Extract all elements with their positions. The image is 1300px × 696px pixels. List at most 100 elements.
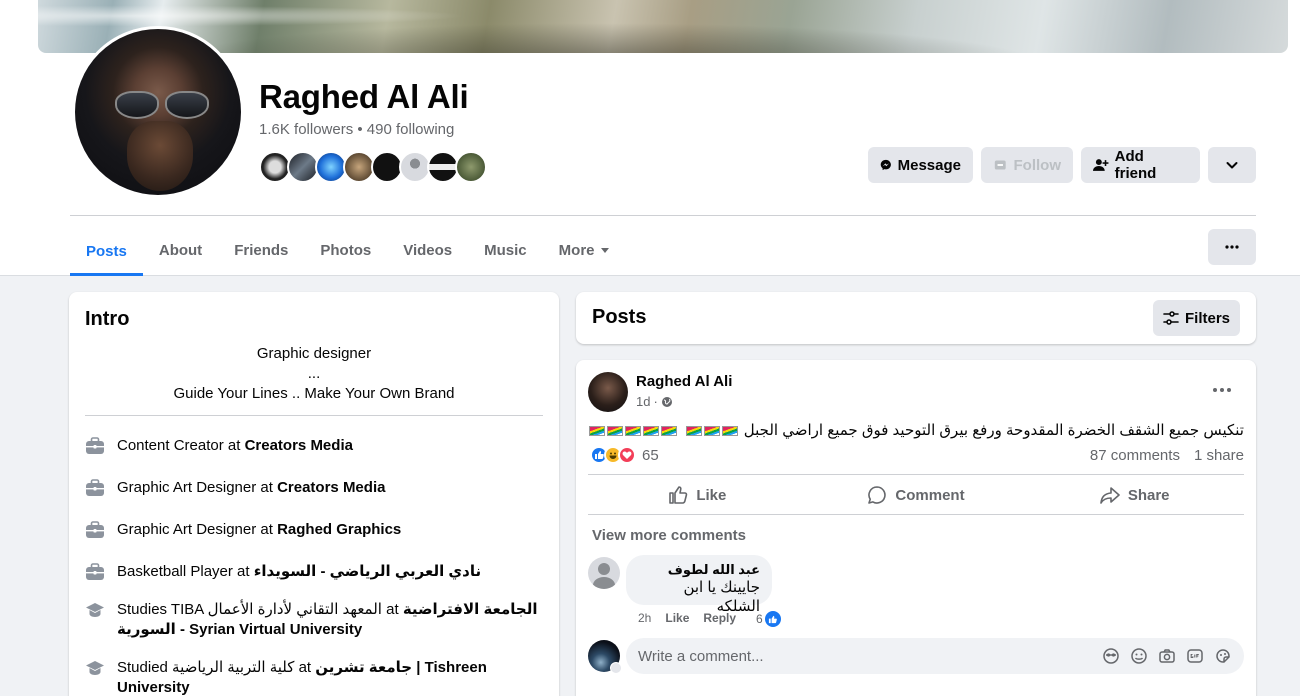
intro-card: Intro Graphic designer ... Guide Your Li… [69, 292, 559, 696]
comment-input-placeholder: Write a comment... [638, 647, 764, 665]
commenter-avatar[interactable] [588, 557, 620, 589]
tab-videos[interactable]: Videos [387, 226, 468, 274]
like-label: Like [696, 486, 727, 504]
post-action-bar: Like Comment Share [588, 476, 1244, 514]
post-divider [588, 514, 1244, 515]
gif-icon[interactable] [1186, 647, 1204, 665]
tab-label: Friends [234, 241, 289, 259]
intro-item-prefix: Graphic Art Designer at [117, 521, 278, 538]
intro-item-workplace[interactable]: Creators Media [245, 437, 353, 454]
like-button[interactable]: Like [588, 476, 807, 514]
profile-avatar[interactable] [72, 26, 244, 198]
post-options-button[interactable] [1204, 376, 1240, 404]
filter-sliders-icon [1163, 311, 1179, 325]
cover-photo[interactable] [38, 0, 1288, 53]
tab-more[interactable]: More [543, 226, 625, 274]
profile-more-button[interactable] [1208, 229, 1256, 265]
bio-line: Graphic designer [256, 345, 372, 362]
avatar-glasses [115, 91, 209, 119]
intro-item-text: Graphic Art Designer at Creators Media [117, 478, 385, 498]
intro-item-prefix: Graphic Art Designer at [117, 479, 278, 496]
tab-label: About [158, 241, 203, 259]
tab-about[interactable]: About [143, 226, 218, 274]
flag-icon [643, 426, 660, 437]
reaction-summary[interactable]: 65 [590, 446, 659, 464]
post-timestamp[interactable]: 1d [636, 394, 650, 409]
comments-count[interactable]: 87 comments [1090, 447, 1180, 464]
intro-item-workplace[interactable]: Raghed Graphics [277, 521, 401, 538]
profile-stats[interactable]: 1.6K followers • 490 following [259, 121, 454, 138]
more-options-dropdown-button[interactable] [1208, 147, 1256, 183]
tab-posts[interactable]: Posts [70, 226, 143, 276]
tab-label: Posts [86, 242, 127, 260]
profile-action-buttons: Message Follow Add friend [868, 147, 1256, 183]
intro-item-prefix: Studied كلية التربية الرياضية at [117, 659, 316, 676]
shares-count[interactable]: 1 share [1194, 447, 1244, 464]
share-label: Share [1127, 486, 1170, 504]
tab-music[interactable]: Music [468, 226, 543, 274]
dot [1227, 388, 1231, 392]
post-text: تنكيس جميع الشقف الخضرة المقدوحة ورفع بي… [587, 420, 1244, 442]
comment-label: Comment [895, 486, 965, 504]
filters-button[interactable]: Filters [1153, 300, 1240, 336]
follow-button[interactable]: Follow [981, 147, 1073, 183]
commenter-name[interactable]: عبد الله لطوف [638, 562, 760, 578]
like-reaction-icon [764, 611, 781, 627]
meta-dot: · [653, 394, 658, 409]
comment-input-tools [1102, 647, 1232, 665]
sticker-icon[interactable] [1214, 647, 1232, 665]
message-button[interactable]: Message [868, 147, 973, 183]
tab-label: Videos [403, 241, 453, 259]
bio-line: ... [307, 365, 321, 382]
comment-reply-button[interactable]: Reply [703, 611, 736, 625]
intro-item-workplace[interactable]: نادي العربي الرياضي - السويداء [254, 563, 481, 580]
intro-item-education: Studies TIBA المعهد التقاني لأدارة الأعم… [85, 600, 545, 640]
tab-photos[interactable]: Photos [304, 226, 387, 274]
tab-label: Photos [320, 241, 372, 259]
intro-item-work: Content Creator at Creators Media [85, 436, 545, 456]
comment-input[interactable]: Write a comment... [626, 638, 1244, 674]
intro-bio: Graphic designer ... Guide Your Lines ..… [85, 344, 543, 404]
intro-item-prefix: Studies TIBA المعهد التقاني لأدارة الأعم… [117, 601, 403, 618]
comment-button[interactable]: Comment [807, 476, 1026, 514]
tab-friends[interactable]: Friends [218, 226, 304, 274]
comment-like-count[interactable]: 6 [756, 611, 781, 627]
friend-avatar[interactable] [455, 151, 487, 183]
emoji-icon[interactable] [1130, 647, 1148, 665]
bio-line: Guide Your Lines .. Make Your Own Brand [173, 385, 455, 402]
comment-timestamp[interactable]: 2h [638, 611, 651, 625]
intro-item-prefix: Content Creator at [117, 437, 245, 454]
post-engagement-counts: 87 comments 1 share [1090, 447, 1244, 464]
reaction-count: 65 [642, 446, 659, 464]
intro-item-text: Studies TIBA المعهد التقاني لأدارة الأعم… [117, 600, 545, 640]
avatar-dropdown-badge [610, 662, 622, 674]
post-meta: 1d · [636, 394, 673, 409]
intro-item-workplace[interactable]: Creators Media [277, 479, 385, 496]
flag-icon [721, 426, 738, 437]
mutual-friends-avatars[interactable] [259, 151, 487, 183]
dot [1220, 388, 1224, 392]
camera-icon[interactable] [1158, 647, 1176, 665]
view-more-comments-link[interactable]: View more comments [592, 527, 746, 544]
post-author-avatar[interactable] [588, 372, 628, 412]
intro-item-work: Basketball Player at نادي العربي الرياضي… [85, 562, 545, 582]
posts-header-card: Posts Filters [576, 292, 1256, 344]
flag-icon [589, 426, 606, 437]
filters-label: Filters [1184, 309, 1230, 327]
add-friend-button-label: Add friend [1114, 148, 1157, 182]
comment-like-button[interactable]: Like [665, 611, 689, 625]
avatar-sticker-icon[interactable] [1102, 647, 1120, 665]
dot [1213, 388, 1217, 392]
share-button[interactable]: Share [1025, 476, 1244, 514]
add-person-icon [1093, 159, 1109, 171]
add-friend-button[interactable]: Add friend [1081, 147, 1200, 183]
tab-label: More [558, 241, 595, 259]
chevron-down-icon [1226, 162, 1238, 169]
current-user-avatar[interactable] [588, 640, 622, 674]
comment-bubble-icon [868, 486, 887, 504]
flag-emojis [685, 420, 739, 442]
comment-actions: 2h Like Reply [638, 611, 736, 625]
profile-name: Raghed Al Ali [259, 78, 469, 115]
post-author-name[interactable]: Raghed Al Ali [636, 373, 732, 390]
share-arrow-icon [1100, 487, 1120, 504]
